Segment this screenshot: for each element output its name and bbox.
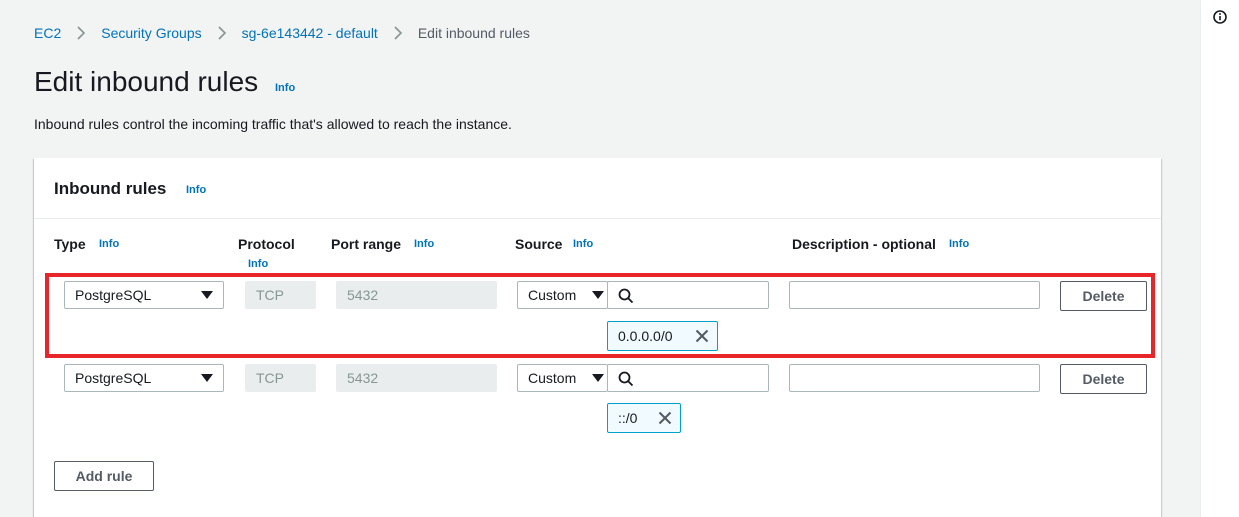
column-header-port-range: Port range (331, 236, 402, 252)
rule-1-port-range-value: 5432 (347, 287, 379, 303)
add-rule-button[interactable]: Add rule (54, 461, 154, 491)
chevron-right-icon (394, 26, 402, 40)
rule-2-source-type-value: Custom (528, 370, 577, 386)
inbound-rules-panel: Inbound rules Info (34, 158, 1161, 517)
rule-1-protocol-value: TCP (256, 287, 284, 303)
caret-down-icon (592, 291, 604, 299)
source-info-link[interactable]: Info (573, 238, 593, 250)
rule-2-port-range-field: 5432 (336, 364, 497, 392)
rule-1-description-input[interactable] (789, 281, 1040, 309)
help-panel-rail (1200, 0, 1239, 517)
rule-2-type-value: PostgreSQL (75, 370, 152, 386)
caret-down-icon (201, 374, 213, 382)
breadcrumb-ec2[interactable]: EC2 (34, 25, 61, 41)
rule-1-type-value: PostgreSQL (75, 287, 152, 303)
breadcrumb-security-groups[interactable]: Security Groups (101, 25, 201, 41)
breadcrumb-security-group[interactable]: sg-6e143442 - default (242, 25, 378, 41)
panel-title: Inbound rules (54, 179, 167, 198)
caret-down-icon (592, 374, 604, 382)
chevron-right-icon (218, 26, 226, 40)
rule-1-source-token-label: 0.0.0.0/0 (618, 328, 673, 344)
rule-1-type-select[interactable]: PostgreSQL (64, 281, 224, 309)
rule-2-delete-button[interactable]: Delete (1060, 364, 1147, 394)
page-title-info-link[interactable]: Info (275, 82, 295, 94)
rule-2-type-select[interactable]: PostgreSQL (64, 364, 224, 392)
rule-1-source-type-select[interactable]: Custom (517, 281, 608, 309)
search-icon (618, 288, 634, 304)
rule-2-protocol-field: TCP (245, 364, 316, 392)
search-icon (618, 371, 634, 387)
column-header-type: Type (54, 236, 86, 252)
page: EC2 Security Groups sg-6e143442 - defaul… (0, 0, 1239, 517)
breadcrumb-current: Edit inbound rules (417, 25, 530, 41)
page-description: Inbound rules control the incoming traff… (34, 116, 512, 132)
column-header-description: Description - optional (792, 236, 936, 252)
close-icon[interactable] (695, 329, 709, 343)
protocol-info-link[interactable]: Info (248, 258, 268, 270)
page-title: Edit inbound rules (34, 66, 259, 97)
rule-1-source-search-input[interactable] (607, 281, 769, 309)
column-header-protocol: Protocol (238, 236, 295, 252)
rule-2-description-input[interactable] (789, 364, 1040, 392)
breadcrumb: EC2 Security Groups sg-6e143442 - defaul… (34, 24, 530, 42)
type-info-link[interactable]: Info (99, 238, 119, 250)
port-range-info-link[interactable]: Info (414, 238, 434, 250)
rule-1-port-range-field: 5432 (336, 281, 497, 309)
rule-2-source-search-input[interactable] (607, 364, 769, 392)
caret-down-icon (201, 291, 213, 299)
column-header-source: Source (515, 236, 563, 252)
panel-header: Inbound rules Info (34, 158, 1161, 219)
rule-2-source-token: ::/0 (607, 403, 681, 433)
rule-2-source-type-select[interactable]: Custom (517, 364, 608, 392)
rule-1-source-token: 0.0.0.0/0 (607, 321, 718, 351)
close-icon[interactable] (658, 411, 672, 425)
rule-1-source-type-value: Custom (528, 287, 577, 303)
rule-2-source-token-label: ::/0 (618, 410, 638, 426)
rule-2-port-range-value: 5432 (347, 370, 379, 386)
rule-1-protocol-field: TCP (245, 281, 316, 309)
chevron-right-icon (77, 26, 86, 40)
description-info-link[interactable]: Info (949, 238, 969, 250)
panel-info-link[interactable]: Info (186, 184, 206, 196)
rule-2-protocol-value: TCP (256, 370, 284, 386)
rule-1-delete-button[interactable]: Delete (1060, 281, 1147, 311)
info-circle-icon[interactable] (1213, 10, 1227, 24)
